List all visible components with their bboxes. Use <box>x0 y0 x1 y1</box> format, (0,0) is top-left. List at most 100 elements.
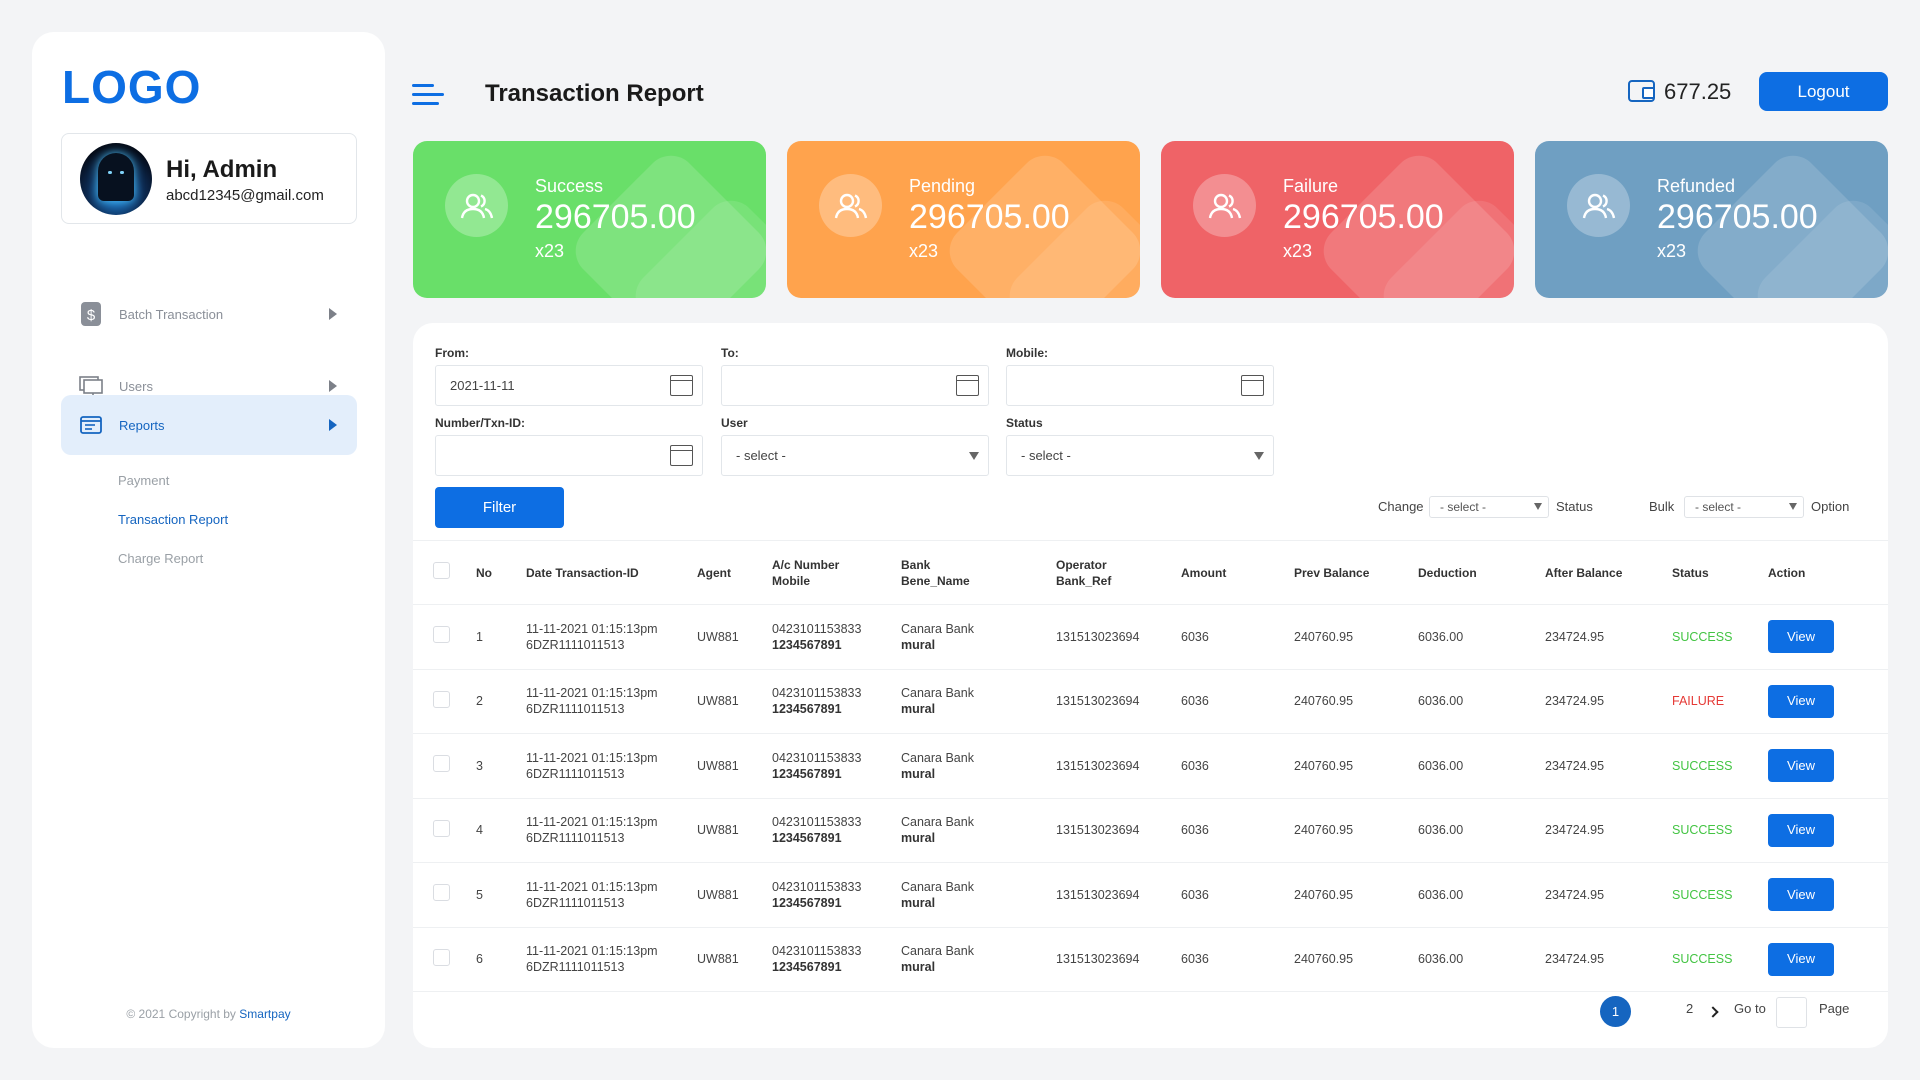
cell-date: 11-11-2021 01:15:13pm 6DZR1111011513 <box>526 798 697 863</box>
stat-value: 296705.00 <box>1657 198 1818 236</box>
cell-date: 11-11-2021 01:15:13pm 6DZR1111011513 <box>526 669 697 734</box>
bulk-suffix: Option <box>1811 499 1850 514</box>
view-button[interactable]: View <box>1768 684 1834 718</box>
menu-toggle-icon[interactable] <box>412 84 444 106</box>
cell-bene-name: mural <box>901 831 936 846</box>
row-checkbox[interactable] <box>433 690 450 708</box>
logout-button[interactable]: Logout <box>1759 72 1888 111</box>
change-status-select[interactable]: - select - <box>1429 496 1549 518</box>
cell-bene-name: mural <box>901 637 936 652</box>
cell-after-balance: 234724.95 <box>1545 758 1605 773</box>
cell-date-time: 11-11-2021 01:15:13pm <box>526 750 658 765</box>
stat-card-pending: Pending 296705.00 x23 <box>787 141 1140 298</box>
cell-date-time: 11-11-2021 01:15:13pm <box>526 815 658 830</box>
status-select[interactable]: - select - <box>1006 435 1274 476</box>
sidebar-item-batch-transaction[interactable]: $ Batch Transaction <box>61 284 357 344</box>
to-date-field[interactable] <box>721 365 989 406</box>
calendar-icon[interactable] <box>670 375 693 396</box>
submenu-item-payment[interactable]: Payment <box>118 473 169 488</box>
view-button[interactable]: View <box>1768 942 1834 976</box>
cell-amount: 6036 <box>1181 629 1209 644</box>
filter-button[interactable]: Filter <box>435 487 564 528</box>
col-bank-line2: Bene_Name <box>901 573 970 588</box>
view-button[interactable]: View <box>1768 749 1834 783</box>
chevron-right-icon[interactable] <box>1707 1006 1719 1018</box>
cell-agent: UW881 <box>697 629 739 644</box>
cell-bank: Canara Bank mural <box>901 605 1056 670</box>
row-checkbox[interactable] <box>433 626 450 644</box>
page-button-current[interactable]: 1 <box>1600 996 1631 1027</box>
goto-page-input[interactable] <box>1776 997 1807 1028</box>
from-label: From: <box>435 346 469 360</box>
cell-after-balance: 234724.95 <box>1545 952 1605 967</box>
select-all-checkbox[interactable] <box>433 562 450 579</box>
cell-txn-id: 6DZR1111011513 <box>526 637 625 652</box>
cell-agent: UW881 <box>697 694 739 709</box>
page-label: Page <box>1819 1001 1850 1016</box>
bulk-select-value: - select - <box>1695 500 1742 514</box>
cell-deduction: 6036.00 <box>1418 758 1464 773</box>
logo: LOGO <box>62 61 202 113</box>
view-button[interactable]: View <box>1768 620 1834 654</box>
row-checkbox[interactable] <box>433 884 450 902</box>
sidebar-item-reports[interactable]: Reports <box>61 395 357 455</box>
stat-card-failure: Failure 296705.00 x23 <box>1161 141 1514 298</box>
cell-account: 0423101153833 1234567891 <box>772 927 901 992</box>
stat-card-refunded: Refunded 296705.00 x23 <box>1535 141 1888 298</box>
submenu-item-charge-report[interactable]: Charge Report <box>118 551 203 566</box>
view-button[interactable]: View <box>1768 813 1834 847</box>
cell-bene-name: mural <box>901 702 936 717</box>
stat-label: Failure <box>1283 176 1339 196</box>
cell-bank-ref: 131513023694 <box>1056 758 1140 773</box>
calendar-icon[interactable] <box>1241 375 1264 396</box>
col-operator-line1: Operator <box>1056 557 1107 572</box>
cell-account: 0423101153833 1234567891 <box>772 669 901 734</box>
from-date-field[interactable]: 2021-11-11 <box>435 365 703 406</box>
table-row: 6 11-11-2021 01:15:13pm 6DZR1111011513 UW… <box>413 927 1888 992</box>
row-checkbox[interactable] <box>433 755 450 773</box>
page-button-2[interactable]: 2 <box>1686 1001 1693 1016</box>
row-checkbox[interactable] <box>433 819 450 837</box>
col-amount: Amount <box>1181 565 1227 580</box>
calendar-icon[interactable] <box>670 445 693 466</box>
cell-agent: UW881 <box>697 758 739 773</box>
col-date: Date Transaction-ID <box>526 565 639 580</box>
cell-deduction: 6036.00 <box>1418 823 1464 838</box>
calendar-icon[interactable] <box>956 375 979 396</box>
change-select-value: - select - <box>1440 500 1487 514</box>
cell-date-time: 11-11-2021 01:15:13pm <box>526 621 658 636</box>
col-prev-balance: Prev Balance <box>1294 565 1370 580</box>
stat-label: Refunded <box>1657 176 1736 196</box>
cell-date-time: 11-11-2021 01:15:13pm <box>526 879 658 894</box>
cell-account-number: 0423101153833 <box>772 815 862 830</box>
users-icon <box>445 174 508 237</box>
cell-date: 11-11-2021 01:15:13pm 6DZR1111011513 <box>526 927 697 992</box>
txn-id-field[interactable] <box>435 435 703 476</box>
cell-txn-id: 6DZR1111011513 <box>526 960 625 975</box>
view-button[interactable]: View <box>1768 878 1834 912</box>
submenu-item-transaction-report[interactable]: Transaction Report <box>118 512 228 527</box>
cell-after-balance: 234724.95 <box>1545 887 1605 902</box>
copyright-brand-link[interactable]: Smartpay <box>239 1007 290 1021</box>
row-checkbox[interactable] <box>433 948 450 966</box>
cell-bank: Canara Bank mural <box>901 734 1056 799</box>
cell-txn-id: 6DZR1111011513 <box>526 702 625 717</box>
cell-status: SUCCESS <box>1672 887 1733 902</box>
profile-card: Hi, Admin abcd12345@gmail.com <box>61 133 357 224</box>
cell-prev-balance: 240760.95 <box>1294 887 1354 902</box>
status-label: Status <box>1006 416 1043 430</box>
cell-amount: 6036 <box>1181 758 1209 773</box>
cell-status: SUCCESS <box>1672 629 1733 644</box>
bulk-option-select[interactable]: - select - <box>1684 496 1804 518</box>
svg-text:$: $ <box>87 307 96 324</box>
col-account-line1: A/c Number <box>772 557 840 572</box>
cell-prev-balance: 240760.95 <box>1294 952 1354 967</box>
cell-mobile: 1234567891 <box>772 831 842 846</box>
change-label: Change <box>1378 499 1424 514</box>
cell-bank-ref: 131513023694 <box>1056 694 1140 709</box>
cell-no: 5 <box>476 887 483 902</box>
user-select[interactable]: - select - <box>721 435 989 476</box>
mobile-field[interactable] <box>1006 365 1274 406</box>
transactions-table: No Date Transaction-ID Agent A/c Number M… <box>413 540 1888 992</box>
table-header-row: No Date Transaction-ID Agent A/c Number M… <box>413 540 1888 605</box>
